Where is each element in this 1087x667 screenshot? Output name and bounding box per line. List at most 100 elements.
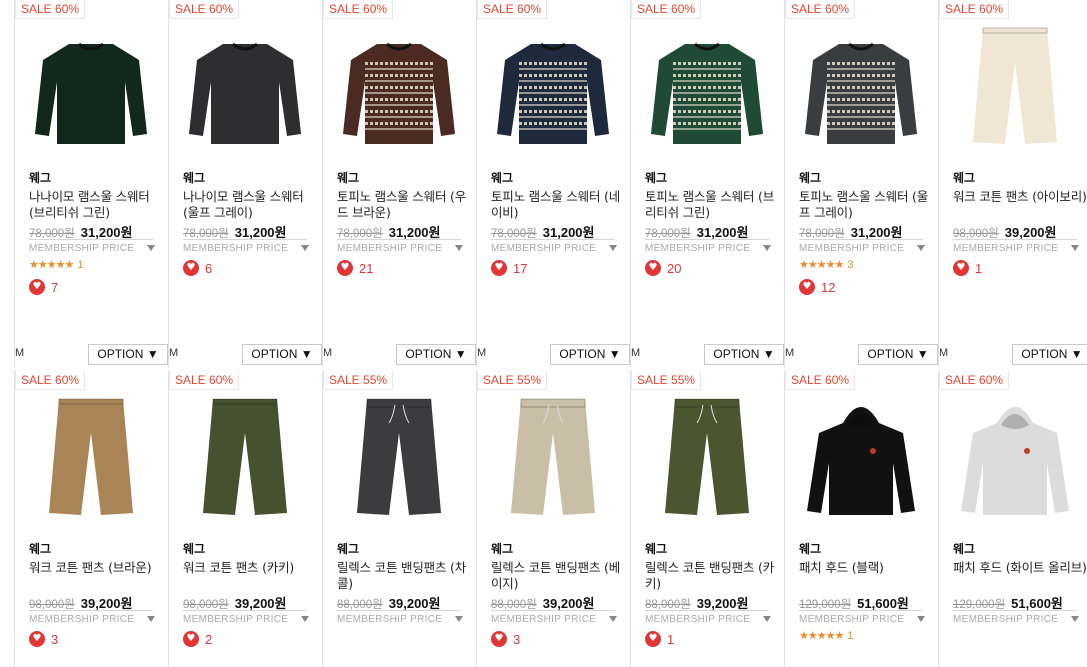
price-row: 98,000원 39,200원 bbox=[953, 222, 1077, 240]
option-dropdown[interactable]: OPTION ▼ bbox=[858, 344, 938, 365]
like-button[interactable]: ♥ 1 bbox=[645, 631, 674, 647]
product-card[interactable]: SALE 60% 웨그 토피노 램스울 스웨터 (울프 그레이) 78,000원… bbox=[784, 0, 938, 367]
product-name[interactable]: 패치 후드 (블랙) bbox=[799, 560, 935, 576]
brand-name[interactable]: 웨그 bbox=[29, 169, 51, 186]
option-dropdown[interactable]: OPTION ▼ bbox=[550, 344, 630, 365]
heart-icon: ♥ bbox=[645, 631, 661, 647]
membership-price-toggle[interactable]: MEMBERSHIP PRICE bbox=[337, 243, 463, 254]
hoodie-white-icon[interactable] bbox=[953, 393, 1077, 527]
product-card[interactable]: SALE 60% 웨그 나나이모 램스울 스웨터 (울프 그레이) 78,000… bbox=[168, 0, 322, 367]
brand-name[interactable]: 웨그 bbox=[491, 169, 513, 186]
hoodie-black-icon[interactable] bbox=[799, 393, 923, 527]
brand-name[interactable]: 웨그 bbox=[29, 540, 51, 557]
membership-price-toggle[interactable]: MEMBERSHIP PRICE bbox=[183, 243, 309, 254]
option-dropdown[interactable]: OPTION ▼ bbox=[396, 344, 476, 365]
brand-name[interactable]: 웨그 bbox=[183, 540, 205, 557]
fairisle-sweater-grey-icon[interactable] bbox=[799, 22, 923, 156]
option-dropdown[interactable]: OPTION ▼ bbox=[88, 344, 168, 365]
product-name[interactable]: 워크 코튼 팬츠 (브라운) bbox=[29, 560, 165, 576]
membership-price-toggle[interactable]: MEMBERSHIP PRICE bbox=[491, 614, 617, 625]
price-row: 88,000원 39,200원 bbox=[645, 593, 769, 611]
product-card[interactable]: SALE 60% 웨그 패치 후드 (블랙) 129,000원 51,600원 M… bbox=[784, 371, 938, 667]
membership-price-toggle[interactable]: MEMBERSHIP PRICE bbox=[491, 243, 617, 254]
brand-name[interactable]: 웨그 bbox=[953, 169, 975, 186]
banding-pants-beige-icon[interactable] bbox=[491, 393, 615, 527]
sale-price: 31,200원 bbox=[80, 225, 133, 240]
membership-price-toggle[interactable]: MEMBERSHIP PRICE bbox=[645, 614, 771, 625]
product-card[interactable]: SALE 60% 웨그 워크 코튼 팬츠 (아이보리) 98,000원 39,20… bbox=[938, 0, 1087, 367]
membership-price-toggle[interactable]: MEMBERSHIP PRICE bbox=[29, 614, 155, 625]
product-card[interactable]: SALE 55% 웨그 릴렉스 코튼 밴딩팬츠 (베이지) 88,000원 39,… bbox=[476, 371, 630, 667]
like-button[interactable]: ♥ 7 bbox=[29, 279, 58, 295]
option-dropdown[interactable]: OPTION ▼ bbox=[242, 344, 322, 365]
membership-price-toggle[interactable]: MEMBERSHIP PRICE bbox=[183, 614, 309, 625]
sweater-charcoal-icon[interactable] bbox=[183, 22, 307, 156]
membership-price-toggle[interactable]: MEMBERSHIP PRICE bbox=[953, 614, 1079, 625]
sale-badge: SALE 60% bbox=[785, 371, 856, 390]
sale-price: 39,200원 bbox=[80, 596, 133, 611]
product-card[interactable]: SALE 60% 웨그 토피노 램스울 스웨터 (브리티쉬 그린) 78,000… bbox=[630, 0, 784, 367]
brand-name[interactable]: 웨그 bbox=[799, 540, 821, 557]
product-name[interactable]: 토피노 램스울 스웨터 (우드 브라운) bbox=[337, 189, 473, 220]
product-name[interactable]: 릴렉스 코튼 밴딩팬츠 (차콜) bbox=[337, 560, 473, 591]
option-dropdown[interactable]: OPTION ▼ bbox=[704, 344, 784, 365]
like-button[interactable]: ♥ 21 bbox=[337, 260, 373, 276]
product-card[interactable]: SALE 60% 웨그 패치 후드 (화이트 올리브) 129,000원 51,6… bbox=[938, 371, 1087, 667]
product-card[interactable]: SALE 60% 웨그 토피노 램스울 스웨터 (네이비) 78,000원 31,… bbox=[476, 0, 630, 367]
product-name[interactable]: 워크 코튼 팬츠 (카키) bbox=[183, 560, 319, 576]
brand-name[interactable]: 웨그 bbox=[645, 169, 667, 186]
like-button[interactable]: ♥ 6 bbox=[183, 260, 212, 276]
membership-label: MEMBERSHIP PRICE bbox=[799, 614, 905, 625]
banding-pants-khaki-icon[interactable] bbox=[645, 393, 769, 527]
membership-price-toggle[interactable]: MEMBERSHIP PRICE bbox=[645, 243, 771, 254]
membership-price-toggle[interactable]: MEMBERSHIP PRICE bbox=[799, 243, 925, 254]
banding-pants-charcoal-icon[interactable] bbox=[337, 393, 461, 527]
brand-name[interactable]: 웨그 bbox=[337, 169, 359, 186]
like-button[interactable]: ♥ 2 bbox=[183, 631, 212, 647]
membership-price-toggle[interactable]: MEMBERSHIP PRICE bbox=[29, 243, 155, 254]
brand-name[interactable]: 웨그 bbox=[491, 540, 513, 557]
product-card[interactable]: SALE 55% 웨그 릴렉스 코튼 밴딩팬츠 (카키) 88,000원 39,2… bbox=[630, 371, 784, 667]
like-button[interactable]: ♥ 17 bbox=[491, 260, 527, 276]
brand-name[interactable]: 웨그 bbox=[183, 169, 205, 186]
pants-brown-icon[interactable] bbox=[29, 393, 153, 527]
brand-name[interactable]: 웨그 bbox=[799, 169, 821, 186]
product-name[interactable]: 나나이모 램스울 스웨터 (울프 그레이) bbox=[183, 189, 319, 220]
like-count: 17 bbox=[513, 260, 528, 276]
membership-price-toggle[interactable]: MEMBERSHIP PRICE bbox=[337, 614, 463, 625]
like-button[interactable]: ♥ 20 bbox=[645, 260, 681, 276]
sweater-dark-green-icon[interactable] bbox=[29, 22, 153, 156]
sale-badge: SALE 60% bbox=[785, 0, 856, 19]
brand-name[interactable]: 웨그 bbox=[337, 540, 359, 557]
like-button[interactable]: ♥ 12 bbox=[799, 279, 835, 295]
product-name[interactable]: 토피노 램스울 스웨터 (울프 그레이) bbox=[799, 189, 935, 220]
product-name[interactable]: 토피노 램스울 스웨터 (브리티쉬 그린) bbox=[645, 189, 781, 220]
product-card[interactable]: SALE 60% 웨그 워크 코튼 팬츠 (카키) 98,000원 39,200원… bbox=[168, 371, 322, 667]
fairisle-sweater-brown-icon[interactable] bbox=[337, 22, 461, 156]
option-dropdown[interactable]: OPTION ▼ bbox=[1012, 344, 1087, 365]
product-name[interactable]: 릴렉스 코튼 밴딩팬츠 (카키) bbox=[645, 560, 781, 591]
like-count: 12 bbox=[821, 279, 836, 295]
product-name[interactable]: 워크 코튼 팬츠 (아이보리) bbox=[953, 189, 1087, 205]
like-button[interactable]: ♥ 3 bbox=[491, 631, 520, 647]
like-button[interactable]: ♥ 1 bbox=[953, 260, 982, 276]
fairisle-sweater-green-icon[interactable] bbox=[645, 22, 769, 156]
product-name[interactable]: 토피노 램스울 스웨터 (네이비) bbox=[491, 189, 627, 220]
product-card[interactable]: SALE 60% 웨그 토피노 램스울 스웨터 (우드 브라운) 78,000원… bbox=[322, 0, 476, 367]
product-card[interactable]: SALE 60% 웨그 워크 코튼 팬츠 (브라운) 98,000원 39,200… bbox=[14, 371, 168, 667]
membership-price-toggle[interactable]: MEMBERSHIP PRICE bbox=[799, 614, 925, 625]
pants-ivory-icon[interactable] bbox=[953, 22, 1077, 156]
pants-khaki-icon[interactable] bbox=[183, 393, 307, 527]
original-price: 78,000원 bbox=[645, 228, 691, 240]
brand-name[interactable]: 웨그 bbox=[953, 540, 975, 557]
membership-price-toggle[interactable]: MEMBERSHIP PRICE bbox=[953, 243, 1079, 254]
product-card[interactable]: SALE 55% 웨그 릴렉스 코튼 밴딩팬츠 (차콜) 88,000원 39,2… bbox=[322, 371, 476, 667]
product-name[interactable]: 나나이모 램스울 스웨터 (브리티쉬 그린) bbox=[29, 189, 165, 220]
product-card[interactable]: SALE 60% 웨그 나나이모 램스울 스웨터 (브리티쉬 그린) 78,00… bbox=[14, 0, 168, 367]
product-name[interactable]: 릴렉스 코튼 밴딩팬츠 (베이지) bbox=[491, 560, 627, 591]
like-button[interactable]: ♥ 3 bbox=[29, 631, 58, 647]
product-name[interactable]: 패치 후드 (화이트 올리브) bbox=[953, 560, 1087, 576]
fairisle-sweater-navy-icon[interactable] bbox=[491, 22, 615, 156]
sale-price: 51,600원 bbox=[857, 596, 909, 611]
brand-name[interactable]: 웨그 bbox=[645, 540, 667, 557]
